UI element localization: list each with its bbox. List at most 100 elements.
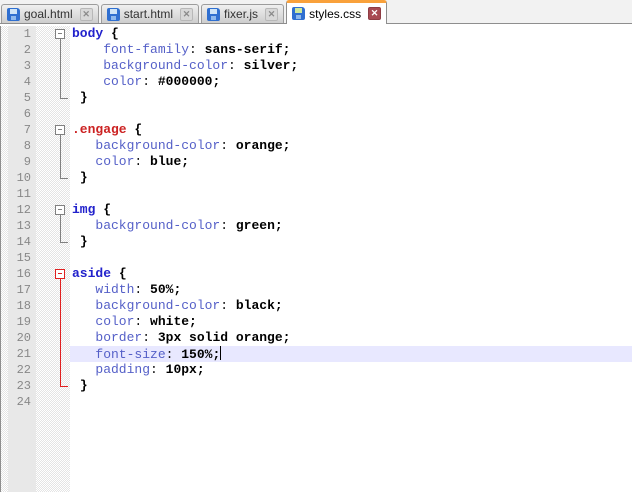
fold-margin bbox=[52, 186, 70, 202]
code-line[interactable] bbox=[70, 394, 632, 410]
tab-goal.html[interactable]: goal.html ✕ bbox=[1, 4, 99, 23]
fold-line-end bbox=[60, 178, 68, 179]
code-line[interactable] bbox=[70, 106, 632, 122]
code-line[interactable]: background-color: green; bbox=[70, 218, 632, 234]
tab-styles.css[interactable]: styles.css ✕ bbox=[286, 0, 388, 24]
line-number: 11 bbox=[8, 186, 36, 202]
code-token-colon: : bbox=[228, 58, 236, 73]
code-line[interactable]: background-color: orange; bbox=[70, 138, 632, 154]
gutter-hatch bbox=[36, 202, 52, 218]
editor-line: 6 bbox=[0, 106, 632, 122]
editor-line: 15 bbox=[0, 250, 632, 266]
line-number: 19 bbox=[8, 314, 36, 330]
close-icon[interactable]: ✕ bbox=[180, 7, 194, 21]
gutter-hatch bbox=[36, 218, 52, 234]
editor-line: 8 background-color: orange; bbox=[0, 138, 632, 154]
tab-label: styles.css bbox=[309, 6, 362, 21]
bookmark-margin bbox=[0, 378, 8, 394]
code-token-val: 10px; bbox=[165, 362, 205, 377]
code-line[interactable]: } bbox=[70, 234, 632, 250]
code-line[interactable]: width: 50%; bbox=[70, 282, 632, 298]
code-line[interactable]: color: white; bbox=[70, 314, 632, 330]
fold-line bbox=[60, 362, 61, 378]
editor-line: 3 background-color: silver; bbox=[0, 58, 632, 74]
fold-toggle-icon[interactable] bbox=[55, 29, 65, 39]
code-token-val: #000000; bbox=[157, 74, 221, 89]
fold-toggle-icon[interactable] bbox=[55, 205, 65, 215]
code-line[interactable]: color: blue; bbox=[70, 154, 632, 170]
code-token-brace: } bbox=[79, 378, 88, 393]
bookmark-margin bbox=[0, 266, 8, 282]
fold-margin bbox=[52, 410, 70, 492]
code-line[interactable]: border: 3px solid orange; bbox=[70, 330, 632, 346]
editor-line: 12 img { bbox=[0, 202, 632, 218]
gutter-hatch bbox=[36, 74, 52, 90]
editor-filler bbox=[0, 410, 632, 492]
fold-line-end bbox=[60, 386, 68, 387]
bookmark-margin bbox=[0, 362, 8, 378]
line-number: 21 bbox=[8, 346, 36, 362]
code-line[interactable]: } bbox=[70, 378, 632, 394]
code-token-brace: } bbox=[79, 170, 88, 185]
bookmark-margin bbox=[0, 170, 8, 186]
fold-margin bbox=[52, 106, 70, 122]
line-number-margin bbox=[8, 410, 36, 492]
gutter-hatch bbox=[36, 378, 52, 394]
code-line[interactable]: background-color: black; bbox=[70, 298, 632, 314]
code-area[interactable] bbox=[70, 410, 632, 492]
code-token-val: orange; bbox=[235, 138, 291, 153]
fold-toggle-icon[interactable] bbox=[55, 125, 65, 135]
fold-margin bbox=[52, 26, 70, 42]
code-line[interactable] bbox=[70, 250, 632, 266]
gutter-hatch bbox=[36, 362, 52, 378]
close-icon[interactable]: ✕ bbox=[79, 7, 93, 21]
code-token-colon: : bbox=[142, 330, 151, 345]
code-editor: 1 body {2 font-family: sans-serif; 3 backg… bbox=[0, 24, 632, 492]
editor-line: 18 background-color: black; bbox=[0, 298, 632, 314]
code-line[interactable]: img { bbox=[70, 202, 632, 218]
fold-margin bbox=[52, 90, 70, 106]
code-token-prop: background-color bbox=[95, 298, 221, 313]
gutter-hatch bbox=[36, 250, 52, 266]
code-line[interactable]: .engage { bbox=[70, 122, 632, 138]
code-line[interactable]: font-size: 150%; bbox=[70, 346, 632, 362]
fold-margin bbox=[52, 330, 70, 346]
line-number: 2 bbox=[8, 42, 36, 58]
gutter-hatch bbox=[36, 266, 52, 282]
line-number: 24 bbox=[8, 394, 36, 410]
close-icon[interactable]: ✕ bbox=[265, 7, 279, 21]
line-number: 18 bbox=[8, 298, 36, 314]
tab-bar: goal.html ✕ start.html ✕ fixer.js ✕ styles.css… bbox=[0, 0, 632, 24]
tab-fixer.js[interactable]: fixer.js ✕ bbox=[201, 4, 285, 23]
fold-margin bbox=[52, 250, 70, 266]
text-caret bbox=[220, 346, 222, 360]
code-token-el: img bbox=[72, 202, 96, 217]
fold-toggle-icon[interactable] bbox=[55, 269, 65, 279]
code-line[interactable]: font-family: sans-serif; bbox=[70, 42, 632, 58]
code-line[interactable] bbox=[70, 186, 632, 202]
editor-line: 5 } bbox=[0, 90, 632, 106]
editor-line: 22 padding: 10px; bbox=[0, 362, 632, 378]
close-icon[interactable]: ✕ bbox=[368, 7, 382, 20]
code-token-val: black; bbox=[235, 298, 283, 313]
code-token-prop: border bbox=[95, 330, 143, 345]
tab-label: start.html bbox=[123, 7, 174, 21]
fold-margin bbox=[52, 298, 70, 314]
code-line[interactable]: color: #000000; bbox=[70, 74, 632, 90]
code-line[interactable]: } bbox=[70, 90, 632, 106]
code-line[interactable]: background-color: silver; bbox=[70, 58, 632, 74]
code-line[interactable]: body { bbox=[70, 26, 632, 42]
code-token-brace: { bbox=[111, 26, 119, 41]
code-line[interactable]: } bbox=[70, 170, 632, 186]
code-line[interactable]: padding: 10px; bbox=[70, 362, 632, 378]
gutter-hatch bbox=[36, 138, 52, 154]
tab-start.html[interactable]: start.html ✕ bbox=[100, 4, 200, 23]
code-line[interactable]: aside { bbox=[70, 266, 632, 282]
